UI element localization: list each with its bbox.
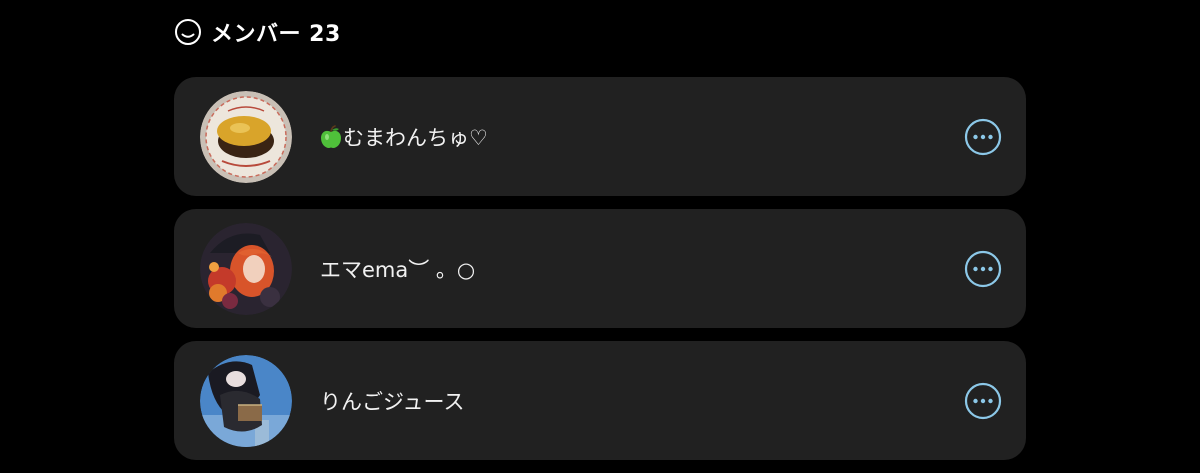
avatar[interactable] (200, 222, 292, 315)
member-name-text: りんごジュース (320, 389, 465, 414)
avatar[interactable] (200, 354, 292, 447)
member-name: むまわんちゅ♡ (320, 122, 488, 152)
member-card[interactable]: エマema︶ 。○ (174, 209, 1026, 328)
members-header: メンバー 23 (174, 16, 341, 48)
member-list: むまわんちゅ♡ エマema︶ 。○ りんごジュース (174, 77, 1026, 473)
member-name-text: むまわんちゅ♡ (343, 125, 488, 150)
smiley-face-icon (174, 18, 202, 46)
more-options-icon[interactable] (964, 250, 1002, 288)
more-options-icon[interactable] (964, 118, 1002, 156)
member-name-text: エマema︶ 。○ (320, 257, 476, 282)
green-apple-icon (320, 124, 342, 149)
avatar[interactable] (200, 90, 292, 183)
member-card[interactable]: むまわんちゅ♡ (174, 77, 1026, 196)
members-title: メンバー 23 (211, 22, 341, 47)
more-options-icon[interactable] (964, 382, 1002, 420)
member-card[interactable]: りんごジュース (174, 341, 1026, 460)
member-name: エマema︶ 。○ (320, 254, 475, 284)
member-name: りんごジュース (320, 386, 464, 416)
